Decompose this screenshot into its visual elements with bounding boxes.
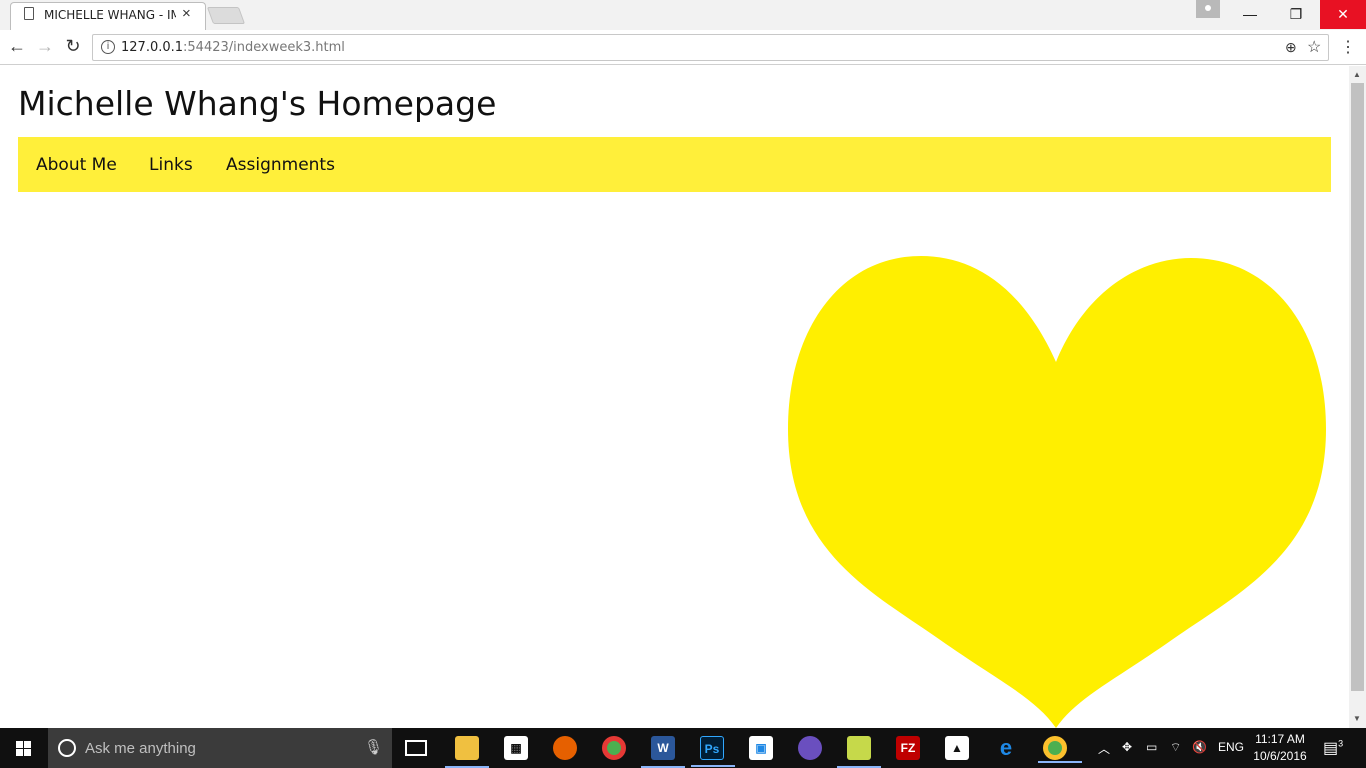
windows-taskbar: Ask me anything 🎙 ▦ W Ps ▣ FZ ▲ e ︿ ✥ ▭ … bbox=[0, 728, 1366, 768]
photoshop-icon[interactable]: Ps bbox=[691, 736, 735, 767]
scroll-down-icon[interactable]: ▼ bbox=[1353, 714, 1361, 723]
search-placeholder: Ask me anything bbox=[85, 740, 196, 757]
url-path: :54423/indexweek3.html bbox=[183, 40, 345, 55]
edge-icon[interactable]: e bbox=[994, 736, 1018, 760]
notes-icon[interactable] bbox=[837, 736, 881, 768]
restore-button[interactable]: ❐ bbox=[1273, 0, 1319, 29]
forward-button[interactable]: → bbox=[34, 36, 56, 57]
url-host: 127.0.0.1 bbox=[121, 40, 184, 55]
profile-button[interactable] bbox=[1196, 0, 1220, 18]
url-text[interactable]: 127.0.0.1:54423/indexweek3.html bbox=[121, 40, 345, 55]
new-tab-button[interactable] bbox=[206, 7, 246, 24]
cat-app-icon[interactable] bbox=[798, 736, 822, 760]
menu-icon[interactable]: ⋮ bbox=[1340, 37, 1356, 57]
minimize-button[interactable]: — bbox=[1227, 0, 1273, 29]
address-bar[interactable]: i 127.0.0.1:54423/indexweek3.html ⊕ ☆ bbox=[92, 34, 1329, 61]
battery-icon[interactable]: ▭ bbox=[1146, 740, 1157, 754]
browser-titlebar: MICHELLE WHANG - IML × — ❐ ✕ bbox=[0, 0, 1366, 30]
cortana-search-box[interactable]: Ask me anything 🎙 bbox=[48, 728, 392, 768]
page-icon bbox=[24, 7, 34, 20]
start-button[interactable] bbox=[0, 728, 48, 768]
heart-image bbox=[788, 256, 1326, 728]
bookmark-star-icon[interactable]: ☆ bbox=[1307, 37, 1321, 57]
filezilla-icon[interactable]: FZ bbox=[896, 736, 920, 760]
task-view-icon[interactable] bbox=[405, 740, 427, 756]
dropbox-icon[interactable]: ✥ bbox=[1122, 740, 1132, 754]
chrome-icon[interactable] bbox=[602, 736, 626, 760]
app-box-icon[interactable]: ▣ bbox=[749, 736, 773, 760]
windows-logo-icon bbox=[16, 741, 32, 756]
language-indicator[interactable]: ENG bbox=[1218, 740, 1244, 754]
cortana-icon bbox=[58, 739, 76, 757]
page-title: Michelle Whang's Homepage bbox=[18, 84, 497, 123]
browser-toolbar: ← → ↻ i 127.0.0.1:54423/indexweek3.html … bbox=[0, 30, 1366, 65]
word-icon[interactable]: W bbox=[641, 736, 685, 768]
tab-close-icon[interactable]: × bbox=[182, 5, 191, 22]
firefox-icon[interactable] bbox=[553, 736, 577, 760]
microphone-icon[interactable]: 🎙 bbox=[364, 738, 383, 756]
vertical-scrollbar[interactable]: ▲ ▼ bbox=[1349, 66, 1366, 728]
action-center-icon[interactable]: ▤3 bbox=[1323, 738, 1343, 758]
clock[interactable]: 11:17 AM 10/6/2016 bbox=[1250, 731, 1310, 765]
close-window-button[interactable]: ✕ bbox=[1320, 0, 1366, 29]
tab-title: MICHELLE WHANG - IML bbox=[44, 8, 176, 22]
clock-date: 10/6/2016 bbox=[1253, 749, 1307, 763]
volume-muted-icon[interactable]: 🔇 bbox=[1192, 740, 1207, 754]
nav-link-links[interactable]: Links bbox=[149, 155, 193, 175]
nav-bar: About Me Links Assignments bbox=[18, 137, 1331, 192]
info-icon[interactable]: i bbox=[101, 40, 115, 54]
photos-icon[interactable]: ▲ bbox=[945, 736, 969, 760]
reload-button[interactable]: ↻ bbox=[62, 36, 84, 57]
scroll-up-icon[interactable]: ▲ bbox=[1353, 70, 1361, 79]
notification-count: 3 bbox=[1338, 738, 1344, 749]
nav-link-assignments[interactable]: Assignments bbox=[226, 155, 335, 175]
store-icon[interactable]: ▦ bbox=[504, 736, 528, 760]
file-explorer-icon[interactable] bbox=[445, 736, 489, 768]
tray-chevron-icon[interactable]: ︿ bbox=[1098, 740, 1110, 757]
nav-link-about-me[interactable]: About Me bbox=[36, 155, 117, 175]
wifi-icon[interactable]: ⌔ bbox=[1170, 740, 1181, 755]
heart-shape bbox=[788, 256, 1326, 728]
clock-time: 11:17 AM bbox=[1255, 732, 1305, 746]
back-button[interactable]: ← bbox=[6, 36, 28, 57]
page-viewport: Michelle Whang's Homepage About Me Links… bbox=[0, 66, 1349, 728]
zoom-icon[interactable]: ⊕ bbox=[1285, 39, 1297, 56]
scroll-thumb[interactable] bbox=[1351, 83, 1364, 691]
chrome-active-icon[interactable] bbox=[1038, 736, 1082, 763]
